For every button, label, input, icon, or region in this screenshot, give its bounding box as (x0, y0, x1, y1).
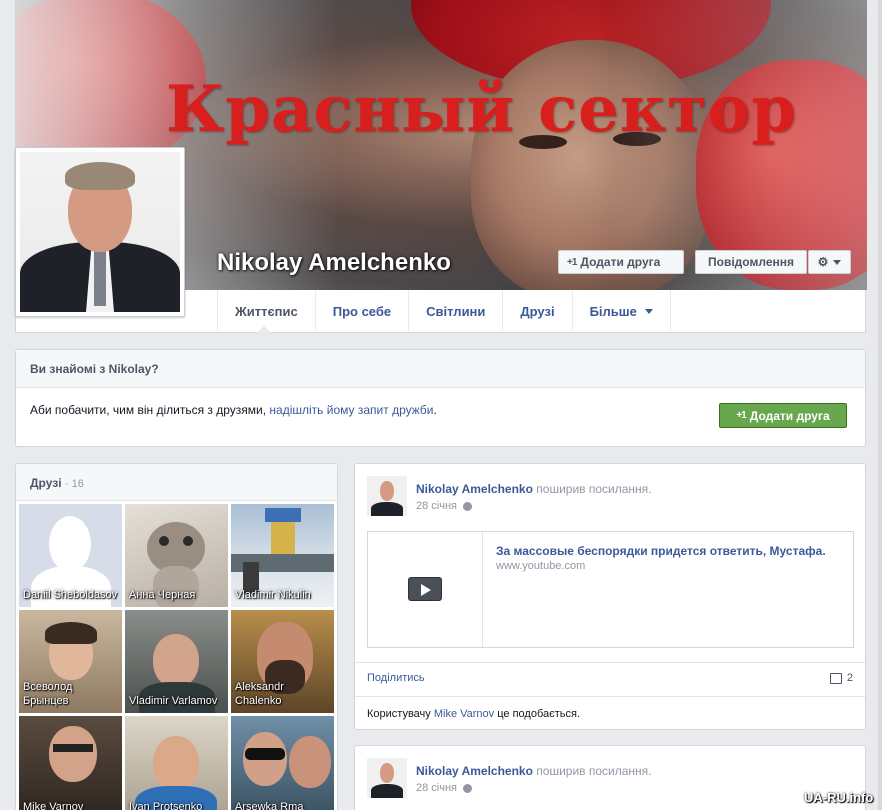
friend-name: Ivan Protsenko (129, 801, 203, 810)
friend-name: Всеволод Брынцев (23, 681, 73, 707)
friend-name: Vladimir Nikulin (235, 589, 311, 601)
friend-tile[interactable]: Mike Varnov (19, 716, 122, 810)
post-date[interactable]: 28 січня (416, 782, 472, 794)
globe-icon (463, 501, 472, 511)
add-friend-green-label: Додати друга (749, 408, 830, 423)
message-label: Повідомлення (708, 255, 794, 269)
likes-summary: Користувачу Mike Varnov це подобається. (355, 696, 865, 730)
chevron-down-icon (644, 309, 653, 314)
add-friend-green-button[interactable]: +1 Додати друга (719, 403, 847, 428)
friend-name: Daniil Sheboldasov (23, 589, 118, 601)
post-header: Nikolay Amelchenko поширив посилання. (416, 764, 652, 778)
message-button[interactable]: Повідомлення (695, 250, 807, 274)
friend-tile[interactable]: Ivan Protsenko (125, 716, 228, 810)
friends-heading[interactable]: Друзі · 16 (16, 464, 337, 501)
post-action: поширив посилання. (536, 764, 652, 778)
active-tab-pointer (257, 326, 271, 333)
add-friend-button[interactable]: +1 Додати друга (558, 250, 684, 274)
friend-name: Aleksandr Chalenko (235, 681, 284, 707)
post-actions: Поділитись 2 (355, 662, 865, 695)
friend-name: Анна Черная (129, 589, 196, 601)
timeline-post: Nikolay Amelchenko поширив посилання. 28… (354, 463, 866, 730)
friend-tile[interactable]: Arsewka Rma (231, 716, 334, 810)
chevron-down-icon (833, 259, 842, 265)
comment-count[interactable]: 2 (829, 672, 853, 684)
friend-tile[interactable]: Aleksandr Chalenko (231, 610, 334, 713)
friends-box: Друзі · 16 Daniil Sheboldasov Анна Черна… (15, 463, 338, 810)
gear-icon: ⚙ (817, 255, 829, 269)
post-header: Nikolay Amelchenko поширив посилання. (416, 482, 652, 496)
friend-tile[interactable]: Vladimir Nikulin (231, 504, 334, 607)
post-author-avatar[interactable] (367, 476, 407, 516)
post-author-link[interactable]: Nikolay Amelchenko (416, 482, 533, 496)
share-link[interactable]: Поділитись (367, 672, 425, 684)
tab-friends[interactable]: Друзі (502, 290, 571, 333)
link-title[interactable]: За массовые беспорядки придется ответить… (496, 544, 826, 558)
play-icon[interactable] (408, 577, 442, 601)
globe-icon (463, 783, 472, 793)
shared-link-card[interactable]: За массовые беспорядки придется ответить… (367, 531, 854, 648)
friend-tile[interactable]: Анна Черная (125, 504, 228, 607)
add-friend-label: Додати друга (580, 255, 661, 269)
post-action: поширив посилання. (536, 482, 652, 496)
profile-picture[interactable] (15, 147, 185, 317)
comment-icon (829, 672, 842, 684)
post-author-link[interactable]: Nikolay Amelchenko (416, 764, 533, 778)
friend-name: Vladimir Varlamov (129, 695, 218, 707)
profile-name[interactable]: Nikolay Amelchenko (217, 249, 451, 277)
tab-about[interactable]: Про себе (314, 290, 408, 333)
friend-tile[interactable]: Vladimir Varlamov (125, 610, 228, 713)
post-date[interactable]: 28 січня (416, 500, 472, 512)
profile-tabs: Життєпис Про себе Світлини Друзі Більше (217, 290, 671, 333)
video-thumbnail[interactable] (368, 532, 483, 647)
add-friend-icon: +1 (736, 410, 746, 421)
link-url: www.youtube.com (496, 560, 586, 572)
liker-link[interactable]: Mike Varnov (434, 708, 494, 720)
friend-name: Arsewka Rma (235, 801, 304, 810)
send-friend-request-link[interactable]: надішліть йому запит дружби (269, 403, 433, 417)
settings-dropdown-button[interactable]: ⚙ (808, 250, 851, 274)
add-friend-icon: +1 (567, 256, 577, 268)
watermark: UA-RU.info (804, 790, 874, 805)
friend-name: Mike Varnov (23, 801, 84, 810)
know-heading: Ви знайомі з Nikolay? (16, 350, 865, 388)
post-author-avatar[interactable] (367, 758, 407, 798)
know-friend-box: Ви знайомі з Nikolay? Аби побачити, чим … (15, 349, 866, 447)
friend-tile[interactable]: Всеволод Брынцев (19, 610, 122, 713)
tab-more[interactable]: Більше (571, 290, 671, 333)
scrollbar[interactable] (878, 0, 882, 810)
tab-photos[interactable]: Світлини (408, 290, 502, 333)
timeline-post: Nikolay Amelchenko поширив посилання. 28… (354, 745, 866, 810)
friend-tile[interactable]: Daniil Sheboldasov (19, 504, 122, 607)
friends-count: · 16 (64, 478, 84, 490)
cover-title: Красный сектор (166, 72, 798, 147)
